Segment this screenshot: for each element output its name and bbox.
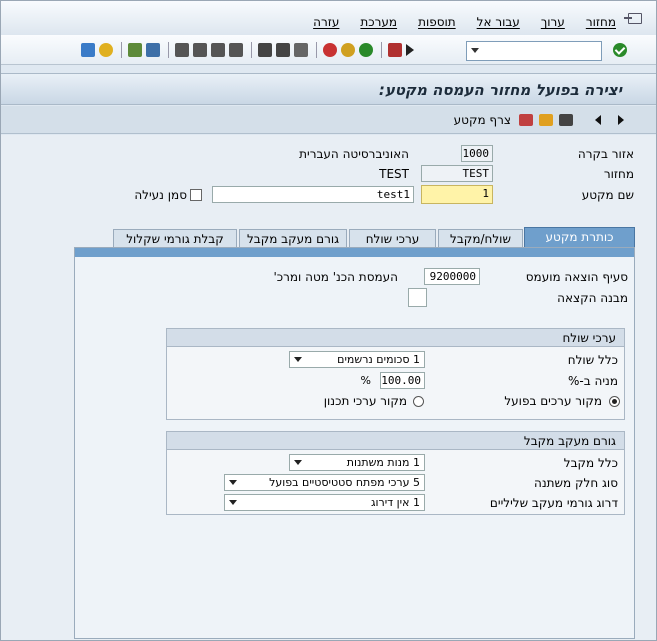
cycle-text: TEST (379, 167, 409, 181)
tab-panel-strip (75, 248, 634, 257)
print-icon[interactable] (294, 43, 308, 57)
tab-sender-values[interactable]: ערכי שולח (349, 229, 436, 249)
sender-values-title: ערכי שולח (167, 329, 624, 347)
standard-toolbar (1, 35, 656, 65)
share-label: מניה ב-% (568, 374, 618, 388)
chevron-down-icon[interactable] (229, 480, 237, 485)
exit-icon[interactable] (341, 43, 355, 57)
find-next-icon[interactable] (258, 43, 272, 57)
last-page-icon[interactable] (175, 43, 189, 57)
plan-source-label: מקור ערכי תכנון (323, 394, 407, 408)
receiver-rule-value: 1 מנות משתנות (346, 456, 420, 469)
menu-edit[interactable]: ערוך (541, 15, 565, 29)
controlling-area-label: אזור בקרה (577, 147, 634, 161)
toolbar-separator (251, 42, 252, 58)
chevron-down-icon[interactable] (471, 48, 479, 53)
cost-element-field[interactable]: 9200000 (424, 268, 480, 285)
receiver-tracing-group: גורם מעקב מקבל כלל מקבל 1 מנות משתנות סו… (166, 431, 625, 515)
help-icon[interactable] (99, 43, 113, 57)
segment-text-field[interactable]: test1 (212, 186, 414, 203)
sap-window: מחזור ערוך עבור אל תוספות מערכת עזרה יצי… (0, 0, 657, 641)
sender-rule-value: 1 סכומים נרשמים (337, 353, 420, 366)
toolbar-icons (81, 42, 418, 58)
scaling-dropdown[interactable]: 1 אין דירוג (224, 494, 425, 511)
sender-values-group: ערכי שולח כלל שולח 1 סכומים נרשמים מניה … (166, 328, 625, 420)
controlling-area-text: האוניברסיטה העברית (299, 147, 409, 161)
actual-source-label: מקור ערכים בפועל (504, 394, 602, 408)
toolbar-separator (121, 42, 122, 58)
cost-structure-label: מבנה הקצאה (557, 291, 628, 305)
binoculars-icon[interactable] (559, 114, 573, 126)
cost-structure-field[interactable] (408, 288, 427, 307)
chevron-down-icon[interactable] (294, 357, 302, 362)
tab-segment-header[interactable]: כותרת מקטע (524, 227, 635, 249)
back-icon[interactable] (359, 43, 373, 57)
controlling-area-field: 1000 (461, 145, 493, 162)
plan-source-radio[interactable] (413, 396, 424, 407)
segment-name-field[interactable]: 1 (421, 185, 493, 204)
previous-arrow-icon[interactable] (595, 115, 601, 125)
cycle-field: TEST (421, 165, 493, 182)
cost-element-label: סעיף הוצאה מועמס (525, 270, 628, 284)
var-type-value: 5 ערכי מפתח סטטיסטיים בפועל (269, 476, 420, 489)
shortcut-icon[interactable] (128, 43, 142, 57)
var-type-label: סוג חלק משתנה (534, 476, 618, 490)
previous-page-icon[interactable] (211, 43, 225, 57)
tab-weighting-factors[interactable]: קבלת גורמי שקלול (113, 229, 237, 249)
command-field[interactable] (466, 41, 602, 61)
cost-icon[interactable] (519, 114, 533, 126)
first-page-icon[interactable] (229, 43, 243, 57)
toolbar-separator (316, 42, 317, 58)
lock-checkbox[interactable] (190, 189, 202, 201)
segment-name-label: שם מקטע (581, 188, 634, 202)
save-icon[interactable] (388, 43, 402, 57)
layout-icon[interactable] (81, 43, 95, 57)
chevron-down-icon[interactable] (294, 460, 302, 465)
next-arrow-icon[interactable] (618, 115, 624, 125)
tab-panel: סעיף הוצאה מועמס 9200000 העמסת הכנ' מטה … (74, 247, 635, 639)
enter-icon[interactable] (406, 44, 414, 56)
check-icon[interactable] (613, 43, 627, 57)
application-toolbar: צרף מקטע (1, 106, 656, 134)
var-type-dropdown[interactable]: 5 ערכי מפתח סטטיסטיים בפועל (224, 474, 425, 491)
sender-rule-label: כלל שולח (567, 353, 618, 367)
share-field[interactable]: 100.00 (380, 372, 425, 389)
scaling-label: דרוג גורמי מעקב שליליים (489, 496, 618, 510)
next-page-icon[interactable] (193, 43, 207, 57)
new-session-icon[interactable] (146, 43, 160, 57)
share-unit: % (360, 374, 371, 387)
menu-items: מחזור ערוך עבור אל תוספות מערכת עזרה (313, 15, 616, 29)
person-icon[interactable] (539, 114, 553, 126)
receiver-rule-dropdown[interactable]: 1 מנות משתנות (289, 454, 425, 471)
cancel-icon[interactable] (323, 43, 337, 57)
exit-menu-icon[interactable] (624, 13, 642, 24)
find-icon[interactable] (276, 43, 290, 57)
tab-sender-receiver[interactable]: שולח/מקבל (438, 229, 523, 249)
receiver-rule-label: כלל מקבל (563, 456, 618, 470)
menu-system[interactable]: מערכת (360, 15, 397, 29)
attach-segment-button[interactable]: צרף מקטע (454, 113, 511, 127)
sender-rule-dropdown[interactable]: 1 סכומים נרשמים (289, 351, 425, 368)
menu-bar: מחזור ערוך עבור אל תוספות מערכת עזרה (1, 1, 656, 35)
tab-receiver-tracing[interactable]: גורם מעקב מקבל (239, 229, 347, 249)
lock-label: סמן נעילה (134, 188, 187, 202)
toolbar-separator (381, 42, 382, 58)
chevron-down-icon[interactable] (229, 500, 237, 505)
menu-goto[interactable]: עבור אל (477, 15, 520, 29)
page-title: יצירה בפועל מחזור העמסה מקטע: (378, 81, 622, 99)
menu-cycle[interactable]: מחזור (586, 15, 616, 29)
scaling-value: 1 אין דירוג (370, 496, 420, 509)
menu-extras[interactable]: תוספות (418, 15, 456, 29)
app-toolbar-icons (519, 114, 573, 126)
receiver-tracing-title: גורם מעקב מקבל (167, 432, 624, 450)
menu-help[interactable]: עזרה (313, 15, 339, 29)
cycle-label: מחזור (603, 167, 634, 181)
title-bar: יצירה בפועל מחזור העמסה מקטע: (1, 73, 656, 105)
cost-element-text: העמסת הכנ' מטה ומרכ' (273, 270, 398, 284)
toolbar-separator (168, 42, 169, 58)
actual-source-radio[interactable] (609, 396, 620, 407)
